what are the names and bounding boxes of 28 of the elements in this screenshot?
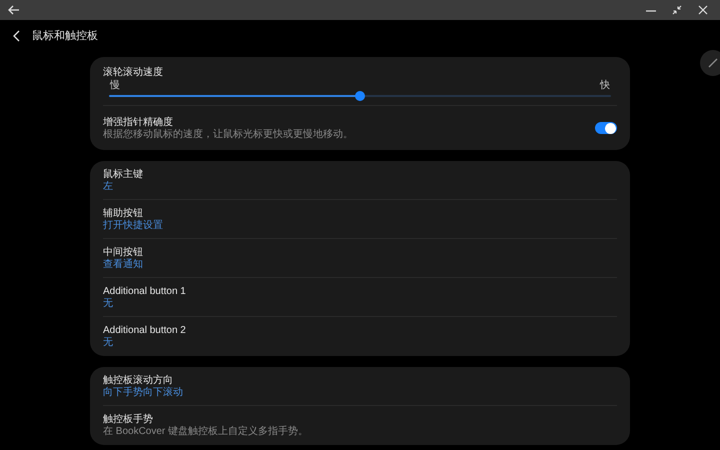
setting-title: 鼠标主键 [103, 168, 144, 180]
pen-icon [708, 58, 718, 68]
close-icon[interactable] [698, 5, 708, 15]
restore-icon[interactable] [672, 5, 682, 15]
setting-title: 辅助按钮 [103, 206, 144, 220]
slider-thumb[interactable] [355, 90, 365, 100]
page-title: 鼠标和触控板 [32, 28, 98, 44]
setting-title: 触控板手势 [103, 413, 154, 426]
setting-description: 在 BookCover 键盘触控板上自定义多指手势。 [103, 426, 310, 438]
setting-title: Additional button 1 [103, 284, 187, 298]
setting-title: Additional button 2 [103, 324, 187, 337]
setting-value: 无 [103, 337, 114, 349]
setting-title: 中间按钮 [103, 246, 144, 258]
slider-label: 慢 [110, 80, 120, 90]
toggle-switch[interactable] [595, 122, 617, 134]
back-chevron-icon[interactable] [13, 30, 20, 42]
setting-value: 查看通知 [103, 258, 144, 270]
setting-description: 根据您移动鼠标的速度，让鼠标光标更快或更慢地移动。 [103, 128, 354, 140]
setting-value: 向下手势向下滚动 [103, 386, 184, 398]
slider-label: 快 [600, 80, 610, 90]
setting-title: 增强指针精确度 [103, 116, 174, 128]
back-arrow-icon[interactable] [8, 5, 20, 15]
pen-button[interactable] [700, 50, 720, 76]
setting-value: 打开快捷设置 [103, 220, 164, 232]
setting-title: 滚轮滚动速度 [103, 66, 164, 78]
setting-value: 左 [103, 180, 114, 192]
setting-value: 无 [103, 298, 114, 310]
setting-title: 触控板滚动方向 [103, 374, 174, 386]
